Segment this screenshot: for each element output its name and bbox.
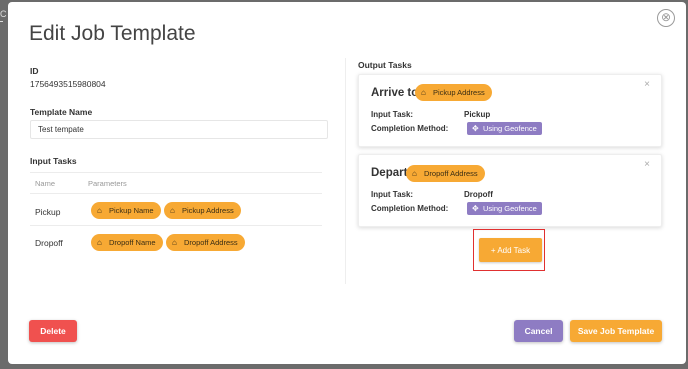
- add-task-button[interactable]: + Add Task: [479, 238, 542, 262]
- save-job-template-button[interactable]: Save Job Template: [570, 320, 662, 342]
- param-pill-pickup-name[interactable]: ⌂ Pickup Name: [91, 202, 161, 219]
- param-pill-label: Pickup Name: [109, 206, 154, 215]
- completion-method-badge[interactable]: ✥ Using Geofence: [467, 202, 542, 215]
- task-card-pill-label: Dropoff Address: [424, 169, 478, 178]
- table-header-divider: [30, 193, 322, 194]
- task-card-title: Arrive to: [371, 87, 419, 99]
- output-task-card-arrive: × Arrive to ⌂ Pickup Address Input Task:…: [358, 74, 662, 147]
- input-task-value: Pickup: [464, 110, 491, 119]
- col-header-parameters: Parameters: [88, 179, 127, 188]
- param-pill-label: Pickup Address: [182, 206, 234, 215]
- col-header-name: Name: [35, 179, 56, 188]
- edit-job-template-modal: ⊗ Edit Job Template ID 1756493515980804 …: [0, 0, 688, 369]
- input-task-label: Input Task:: [371, 110, 414, 119]
- close-icon[interactable]: ⊗: [657, 9, 675, 27]
- task-card-pill-pickup-address[interactable]: ⌂ Pickup Address: [415, 84, 492, 101]
- param-pill-pickup-address[interactable]: ⌂ Pickup Address: [164, 202, 241, 219]
- task-card-title: Depart: [371, 167, 408, 179]
- param-pill-label: Dropoff Address: [184, 238, 238, 247]
- table-row-divider: [30, 225, 322, 226]
- home-icon: ⌂: [412, 169, 417, 178]
- geofence-icon: ✥: [472, 124, 479, 133]
- store-icon: ⌂: [170, 206, 175, 215]
- remove-task-icon[interactable]: ×: [644, 159, 650, 170]
- completion-method-value: Using Geofence: [483, 124, 537, 133]
- output-task-card-depart: × Depart ⌂ Dropoff Address Input Task: D…: [358, 154, 662, 227]
- task-card-pill-dropoff-address[interactable]: ⌂ Dropoff Address: [406, 165, 485, 182]
- param-pill-dropoff-name[interactable]: ⌂ Dropoff Name: [91, 234, 163, 251]
- task-name-dropoff: Dropoff: [35, 238, 63, 248]
- home-icon: ⌂: [172, 238, 177, 247]
- template-name-input[interactable]: [30, 120, 328, 139]
- store-icon: ⌂: [421, 88, 426, 97]
- param-pill-label: Dropoff Name: [109, 238, 156, 247]
- task-card-pill-label: Pickup Address: [433, 88, 485, 97]
- param-pill-dropoff-address[interactable]: ⌂ Dropoff Address: [166, 234, 245, 251]
- output-tasks-label: Output Tasks: [358, 60, 412, 70]
- cancel-button[interactable]: Cancel: [514, 320, 563, 342]
- id-value: 1756493515980804: [30, 79, 106, 89]
- completion-method-badge[interactable]: ✥ Using Geofence: [467, 122, 542, 135]
- id-label: ID: [30, 66, 39, 76]
- column-divider: [345, 58, 346, 284]
- home-icon: ⌂: [97, 238, 102, 247]
- task-name-pickup: Pickup: [35, 207, 61, 217]
- geofence-icon: ✥: [472, 204, 479, 213]
- table-top-divider: [30, 172, 322, 173]
- delete-button[interactable]: Delete: [29, 320, 77, 342]
- input-tasks-label: Input Tasks: [30, 156, 77, 166]
- completion-method-label: Completion Method:: [371, 124, 449, 133]
- completion-method-value: Using Geofence: [483, 204, 537, 213]
- template-name-label: Template Name: [30, 107, 93, 117]
- remove-task-icon[interactable]: ×: [644, 79, 650, 90]
- completion-method-label: Completion Method:: [371, 204, 449, 213]
- input-task-label: Input Task:: [371, 190, 414, 199]
- page-title: Edit Job Template: [29, 22, 196, 45]
- store-icon: ⌂: [97, 206, 102, 215]
- input-task-value: Dropoff: [464, 190, 493, 199]
